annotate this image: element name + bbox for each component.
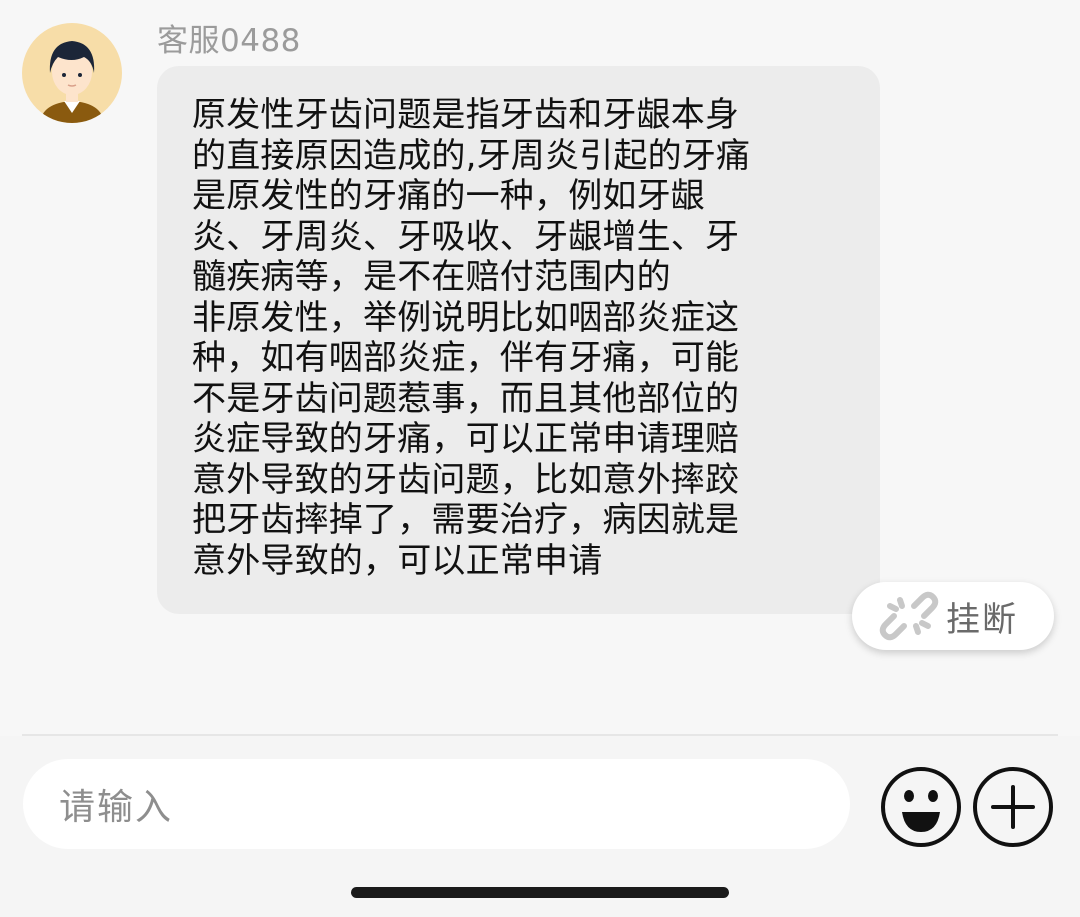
message-line: 意外导致的牙齿问题，比如意外摔跤 [192,459,740,500]
sender-name: 客服0488 [157,23,301,59]
message-bubble: 原发性牙齿问题是指牙齿和牙龈本身 的直接原因造成的,牙周炎引起的牙痛 是原发性的… [157,66,880,614]
plus-icon[interactable] [972,766,1054,848]
message-line: 种，如有咽部炎症，伴有牙痛，可能 [192,338,740,378]
message-line: 把牙齿摔掉了，需要治疗，病因就是 [192,500,740,540]
message-line: 炎、牙周炎、牙吸收、牙龈增生、牙 [192,216,740,257]
message-line: 原发性牙齿问题是指牙齿和牙龈本身 [192,95,740,135]
avatar-illustration [40,41,104,123]
broken-link-icon [879,591,939,641]
message-line: 非原发性，举例说明比如咽部炎症这 [192,297,740,338]
message-line: 髓疾病等，是不在赔付范围内的 [192,257,671,297]
message-line: 不是牙齿问题惹事，而且其他部位的 [192,378,740,419]
input-placeholder: 请输入 [59,787,174,828]
chat-area: 客服0488 原发性牙齿问题是指牙齿和牙龈本身 的直接原因造成的,牙周炎引起的牙… [0,0,1080,735]
hangup-label: 挂断 [946,599,1018,640]
home-indicator [351,887,729,898]
smiley-face-icon[interactable] [880,766,962,848]
message-input[interactable]: 请输入 [23,759,850,849]
message-line: 意外导致的，可以正常申请 [192,540,603,581]
message-line: 炎症导致的牙痛，可以正常申请理赔 [192,419,740,459]
message-line: 的直接原因造成的,牙周炎引起的牙痛 [192,135,751,176]
hangup-button[interactable]: 挂断 [852,582,1054,650]
agent-avatar[interactable] [22,23,122,123]
message-line: 是原发性的牙痛的一种，例如牙龈 [192,176,705,216]
